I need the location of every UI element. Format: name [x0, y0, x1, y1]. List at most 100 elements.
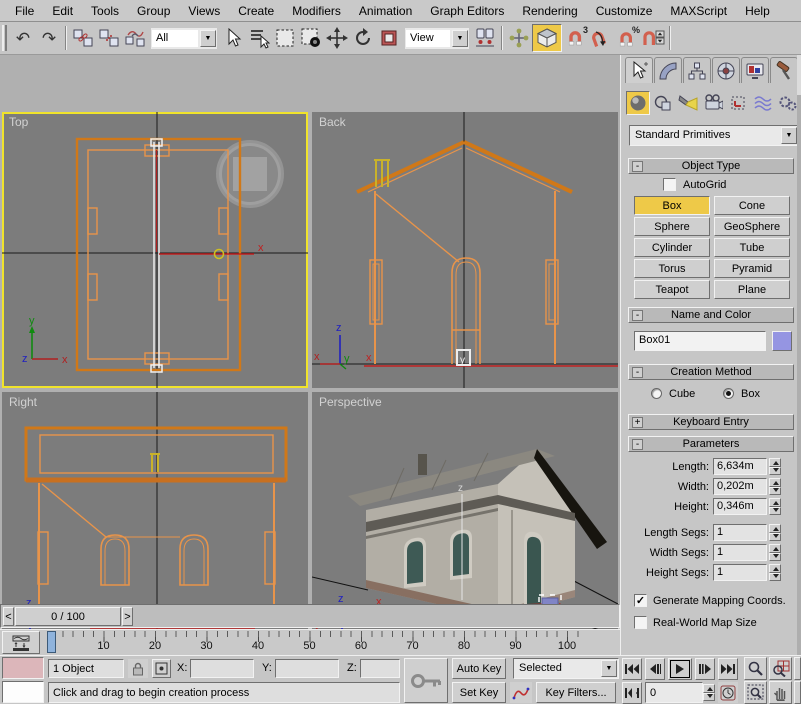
height-segs-spinner[interactable]	[769, 564, 781, 581]
object-button-geosphere[interactable]: GeoSphere	[714, 217, 790, 236]
select-and-link-icon[interactable]	[70, 25, 96, 51]
object-button-box[interactable]: Box	[634, 196, 710, 215]
current-frame-handle[interactable]	[47, 631, 56, 653]
time-slider-prev-button[interactable]: <	[3, 607, 14, 626]
rollout-creation-method[interactable]: - Creation Method	[628, 364, 794, 380]
dropdown-arrow-icon[interactable]: ▼	[200, 30, 216, 47]
object-button-sphere[interactable]: Sphere	[634, 217, 710, 236]
tab-hierarchy[interactable]	[683, 57, 711, 83]
creation-method-cube-radio[interactable]	[651, 388, 662, 399]
x-coord-field[interactable]	[190, 659, 254, 678]
dropdown-arrow-icon[interactable]: ▼	[452, 30, 468, 47]
menu-edit[interactable]: Edit	[43, 2, 82, 20]
zoom-all-icon[interactable]	[769, 657, 792, 680]
collapse-icon[interactable]: -	[632, 367, 643, 378]
creation-method-box-radio[interactable]	[723, 388, 734, 399]
tab-display[interactable]	[741, 57, 769, 83]
angle-snap-icon[interactable]	[588, 25, 614, 51]
collapse-icon[interactable]: -	[632, 161, 643, 172]
time-slider-next-button[interactable]: >	[122, 607, 133, 626]
rectangular-selection-region-icon[interactable]	[272, 25, 298, 51]
menu-graph-editors[interactable]: Graph Editors	[421, 2, 513, 20]
z-coord-field[interactable]	[360, 659, 400, 678]
viewport-top[interactable]: x y x z Top	[2, 112, 308, 388]
autogrid-checkbox[interactable]	[663, 178, 676, 191]
height-field[interactable]: 0,346m	[713, 498, 767, 515]
category-space-warps-icon[interactable]	[751, 91, 775, 115]
object-button-pyramid[interactable]: Pyramid	[714, 259, 790, 278]
menu-create[interactable]: Create	[229, 2, 283, 20]
select-and-move-icon[interactable]	[324, 25, 350, 51]
length-segs-field[interactable]: 1	[713, 524, 767, 541]
key-mode-toggle-icon[interactable]	[622, 682, 642, 704]
generate-mapping-checkbox[interactable]: ✓	[634, 594, 647, 607]
time-slider-handle[interactable]: 0 / 100	[15, 607, 121, 626]
category-lights-icon[interactable]	[676, 91, 700, 115]
height-spinner[interactable]	[769, 498, 781, 515]
tab-motion[interactable]	[712, 57, 740, 83]
select-and-rotate-icon[interactable]	[350, 25, 376, 51]
reference-coordinate-dropdown[interactable]: View ▼	[405, 28, 469, 49]
menu-modifiers[interactable]: Modifiers	[283, 2, 350, 20]
menu-animation[interactable]: Animation	[350, 2, 421, 20]
dropdown-arrow-icon[interactable]: ▼	[781, 127, 797, 144]
expand-icon[interactable]: +	[632, 417, 643, 428]
select-by-name-icon[interactable]	[246, 25, 272, 51]
go-to-start-icon[interactable]	[622, 658, 642, 680]
primitives-category-dropdown[interactable]: Standard Primitives ▼	[629, 125, 799, 146]
menu-maxscript[interactable]: MAXScript	[661, 2, 736, 20]
width-segs-spinner[interactable]	[769, 544, 781, 561]
object-button-plane[interactable]: Plane	[714, 280, 790, 299]
toolbar-grip[interactable]	[2, 25, 7, 51]
previous-frame-icon[interactable]	[645, 658, 665, 680]
length-segs-spinner[interactable]	[769, 524, 781, 541]
category-cameras-icon[interactable]	[701, 91, 725, 115]
absolute-offset-toggle-icon[interactable]	[152, 659, 171, 678]
menu-file[interactable]: File	[6, 2, 43, 20]
set-key-button[interactable]: Set Key	[452, 682, 506, 703]
track-bar-ruler[interactable]: 0 10 20 30 40 50 60 70 80 90 100	[42, 631, 602, 655]
key-filters-button[interactable]: Key Filters...	[536, 682, 616, 703]
category-geometry-icon[interactable]	[626, 91, 650, 115]
select-and-manipulate-icon[interactable]	[506, 25, 532, 51]
category-shapes-icon[interactable]	[651, 91, 675, 115]
snaps-toggle-icon[interactable]: 3	[562, 25, 588, 51]
zoom-region-icon[interactable]	[744, 681, 767, 704]
selection-lock-icon[interactable]	[128, 659, 148, 678]
frame-spinner[interactable]	[703, 684, 715, 701]
panel-scrollbar[interactable]	[797, 55, 801, 655]
zoom-extents-icon[interactable]	[794, 657, 801, 680]
menu-help[interactable]: Help	[736, 2, 779, 20]
next-frame-icon[interactable]	[695, 658, 715, 680]
menu-views[interactable]: Views	[179, 2, 229, 20]
set-keys-button[interactable]	[404, 658, 448, 703]
time-configuration-icon[interactable]	[718, 682, 738, 703]
object-button-cylinder[interactable]: Cylinder	[634, 238, 710, 257]
current-frame-field[interactable]: 0	[645, 682, 703, 703]
bind-to-space-warp-icon[interactable]	[122, 25, 148, 51]
snap-toggle-icon[interactable]	[532, 24, 562, 52]
menu-group[interactable]: Group	[128, 2, 179, 20]
length-spinner[interactable]	[769, 458, 781, 475]
go-to-end-icon[interactable]	[718, 658, 738, 680]
collapse-icon[interactable]: -	[632, 310, 643, 321]
object-button-torus[interactable]: Torus	[634, 259, 710, 278]
height-segs-field[interactable]: 1	[713, 564, 767, 581]
pan-view-icon[interactable]	[769, 681, 792, 704]
maxscript-mini-listener-pink[interactable]	[2, 657, 44, 679]
select-and-scale-icon[interactable]	[376, 25, 402, 51]
tab-create[interactable]	[625, 57, 653, 83]
redo-icon[interactable]: ↷	[36, 25, 62, 51]
auto-key-button[interactable]: Auto Key	[452, 658, 506, 679]
object-button-teapot[interactable]: Teapot	[634, 280, 710, 299]
spinner-snap-icon[interactable]	[640, 25, 666, 51]
rollout-keyboard-entry[interactable]: + Keyboard Entry	[628, 414, 794, 430]
width-segs-field[interactable]: 1	[713, 544, 767, 561]
length-field[interactable]: 6,634m	[713, 458, 767, 475]
object-color-swatch[interactable]	[772, 331, 792, 351]
mini-curve-editor-icon[interactable]	[2, 631, 40, 654]
menu-tools[interactable]: Tools	[82, 2, 128, 20]
menu-customize[interactable]: Customize	[587, 2, 662, 20]
panel-scrollbar-thumb[interactable]	[797, 55, 801, 95]
tab-modify[interactable]	[654, 57, 682, 83]
